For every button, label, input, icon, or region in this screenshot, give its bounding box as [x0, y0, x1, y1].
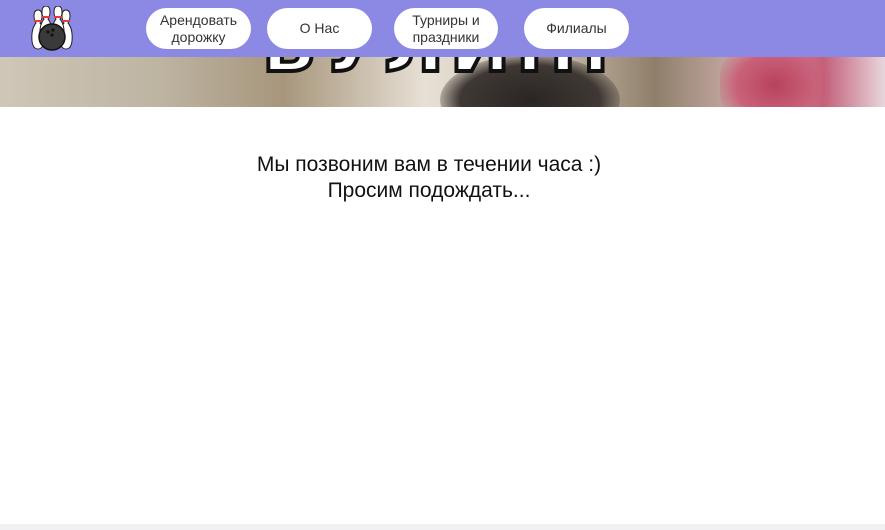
top-navigation-bar: Арендовать дорожку О Нас Турниры и празд…	[0, 0, 885, 57]
nav-rent-lane-button[interactable]: Арендовать дорожку	[146, 8, 251, 49]
nav-tournaments-label-line2: праздники	[412, 28, 480, 45]
confirmation-message-line2: Просим подождать...	[327, 179, 531, 202]
nav-about-button[interactable]: О Нас	[267, 8, 372, 49]
nav-tournaments-button[interactable]: Турниры и праздники	[394, 8, 498, 49]
page-bottom-edge	[0, 524, 885, 530]
nav-branches-label: Филиалы	[546, 20, 607, 36]
nav-branches-button[interactable]: Филиалы	[524, 8, 629, 49]
nav-about-label: О Нас	[299, 20, 340, 36]
nav-tournaments-label-line1: Турниры и	[412, 11, 480, 28]
confirmation-message-line1: Мы позвоним вам в течении часа :)	[256, 153, 602, 176]
confirmation-message: Мы позвоним вам в течении часа :) Просим…	[0, 152, 858, 204]
nav-rent-lane-label-line1: Арендовать	[159, 11, 238, 28]
bowling-pins-icon[interactable]	[26, 5, 78, 52]
nav-rent-lane-label-line2: дорожку	[171, 28, 226, 45]
